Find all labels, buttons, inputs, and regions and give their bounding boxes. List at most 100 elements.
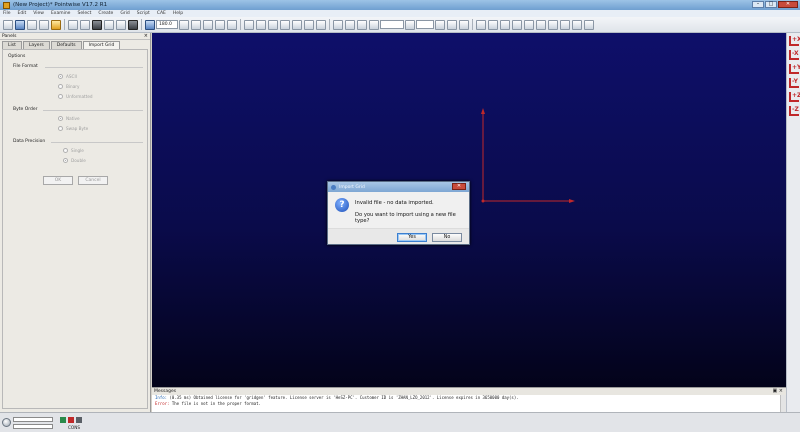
spacing-select[interactable]	[416, 20, 434, 29]
arc-icon[interactable]	[268, 19, 278, 30]
face-icon[interactable]	[512, 19, 522, 30]
messages-scrollbar[interactable]	[780, 395, 786, 412]
file-format-ascii-radio[interactable]: ASCII	[58, 74, 77, 79]
extrude-icon[interactable]	[316, 19, 326, 30]
pan-icon[interactable]	[215, 19, 225, 30]
radio-icon	[58, 126, 63, 131]
open-icon[interactable]	[3, 19, 13, 30]
view-axis-toolbar: +X -X +Y -Y +Z -Z	[786, 33, 800, 412]
menu-help[interactable]: Help	[173, 11, 183, 16]
status-globe-icon[interactable]	[2, 418, 11, 427]
menu-view[interactable]: View	[33, 11, 44, 16]
block-status-icon[interactable]	[76, 417, 82, 423]
menu-create[interactable]: Create	[98, 11, 113, 16]
precision-single-radio[interactable]: Single	[63, 148, 84, 153]
tab-import-grid[interactable]: Import Grid	[82, 41, 121, 49]
shapes-icon[interactable]	[68, 19, 78, 30]
status-field[interactable]	[13, 424, 53, 429]
yes-button[interactable]: Yes	[397, 233, 427, 242]
toolbar-separator	[240, 19, 241, 30]
menu-grid[interactable]: Grid	[120, 11, 129, 16]
tab-list[interactable]: List	[2, 41, 22, 49]
grid-icon[interactable]	[333, 19, 343, 30]
color-icon[interactable]	[584, 19, 594, 30]
layer-icon[interactable]	[447, 19, 457, 30]
fit-icon[interactable]	[179, 19, 189, 30]
minimize-button[interactable]: –	[752, 1, 764, 8]
view-plus-x-button[interactable]: +X	[789, 36, 800, 46]
transform-icon[interactable]	[128, 19, 138, 30]
tab-layers[interactable]: Layers	[22, 41, 50, 49]
line-icon[interactable]	[244, 19, 254, 30]
block-icon[interactable]	[304, 19, 314, 30]
spacing-icon[interactable]	[405, 19, 415, 30]
shield-icon[interactable]	[476, 19, 486, 30]
no-button[interactable]: No	[432, 233, 462, 242]
mask-icon[interactable]	[435, 19, 445, 30]
import-grid-dialog: Import Grid ✕ ? Invalid file - no data i…	[327, 181, 470, 245]
rotate-icon[interactable]	[203, 19, 213, 30]
close-button[interactable]: ✕	[778, 1, 798, 8]
maximize-button[interactable]: □	[765, 1, 777, 8]
surface-icon[interactable]	[524, 19, 534, 30]
dialog-app-icon	[331, 184, 336, 190]
message-line-error: Error: The file is not in the proper for…	[155, 401, 261, 406]
menu-cae[interactable]: CAE	[157, 11, 166, 16]
cancel-button[interactable]: Cancel	[78, 176, 108, 185]
view-plus-y-button[interactable]: +Y	[789, 64, 800, 74]
distribution-select[interactable]	[380, 20, 404, 29]
save-icon[interactable]	[15, 19, 25, 30]
zoom-select[interactable]: 180.0	[156, 20, 178, 29]
wireframe-icon[interactable]	[560, 19, 570, 30]
tab-defaults[interactable]: Defaults	[50, 41, 82, 49]
domain-icon[interactable]	[292, 19, 302, 30]
window-title: (New Project)* Pointwise V17.2 R1	[13, 2, 108, 8]
connector-status-icon[interactable]	[60, 417, 66, 423]
divider	[51, 142, 143, 143]
messages-controls-icon[interactable]: ▣ ×	[772, 388, 783, 395]
view-icon[interactable]	[145, 19, 155, 30]
menu-select[interactable]: Select	[77, 11, 91, 16]
spline-icon[interactable]	[256, 19, 266, 30]
lighting-icon[interactable]	[548, 19, 558, 30]
render-icon[interactable]	[536, 19, 546, 30]
view-minus-x-button[interactable]: -X	[789, 50, 799, 60]
byte-order-native-radio[interactable]: Native	[58, 116, 80, 121]
view-minus-y-button[interactable]: -Y	[789, 78, 799, 88]
measure-icon[interactable]	[459, 19, 469, 30]
menu-file[interactable]: File	[3, 11, 11, 16]
file-format-label: File Format	[13, 64, 38, 69]
data-precision-label: Data Precision	[13, 139, 46, 144]
shaded-icon[interactable]	[572, 19, 582, 30]
zoom-icon[interactable]	[191, 19, 201, 30]
toolbar-separator	[141, 19, 142, 30]
cube-edit-icon[interactable]	[500, 19, 510, 30]
undo-icon[interactable]	[27, 19, 37, 30]
file-format-binary-radio[interactable]: Binary	[58, 84, 79, 89]
ok-button[interactable]: OK	[43, 176, 73, 185]
dialog-close-button[interactable]: ✕	[452, 183, 466, 190]
menu-script[interactable]: Script	[137, 11, 150, 16]
view-plus-z-button[interactable]: +Z	[789, 92, 800, 102]
curve-icon[interactable]	[104, 19, 114, 30]
status-field[interactable]	[13, 417, 53, 422]
point-icon[interactable]	[92, 19, 102, 30]
panels-close-icon[interactable]: ×	[144, 33, 148, 40]
redo-icon[interactable]	[39, 19, 49, 30]
script-icon[interactable]	[51, 19, 61, 30]
byte-order-swap-radio[interactable]: Swap Byte	[58, 126, 88, 131]
distribution-icon[interactable]	[369, 19, 379, 30]
precision-double-radio[interactable]: Double	[63, 158, 86, 163]
menu-edit[interactable]: Edit	[18, 11, 27, 16]
view-minus-z-button[interactable]: -Z	[789, 106, 799, 116]
domain-status-icon[interactable]	[68, 417, 74, 423]
orient-icon[interactable]	[227, 19, 237, 30]
dimension-icon[interactable]	[357, 19, 367, 30]
solver-icon[interactable]	[345, 19, 355, 30]
file-format-unformatted-radio[interactable]: Unformatted	[58, 94, 93, 99]
connector-icon[interactable]	[280, 19, 290, 30]
menu-examine[interactable]: Examine	[51, 11, 71, 16]
move-icon[interactable]	[116, 19, 126, 30]
select-box-icon[interactable]	[80, 19, 90, 30]
cube-icon[interactable]	[488, 19, 498, 30]
